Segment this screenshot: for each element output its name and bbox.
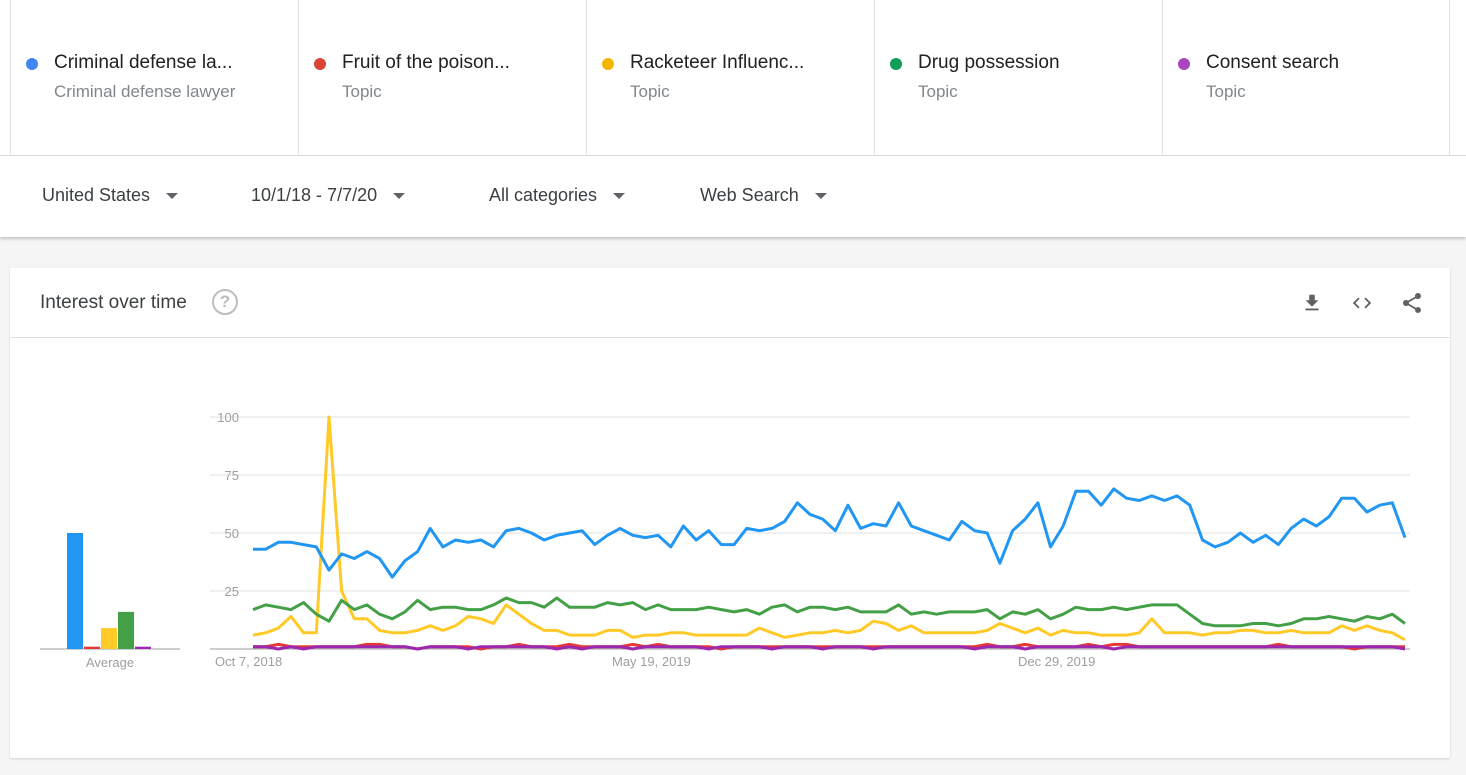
y-tick-label: 50 — [225, 526, 239, 541]
region-dropdown[interactable]: United States — [42, 185, 179, 206]
term-name: Drug possession — [918, 52, 1060, 73]
filter-bar: United States 10/1/18 - 7/7/20 All categ… — [0, 156, 1466, 237]
average-bar — [101, 628, 117, 649]
embed-icon[interactable] — [1347, 288, 1377, 318]
term-type: Topic — [342, 82, 382, 101]
card-header: Interest over time ? — [10, 268, 1450, 338]
category-label: All categories — [489, 185, 598, 205]
help-icon[interactable]: ? — [212, 289, 238, 315]
term-card-racketeer[interactable]: Racketeer Influenc... Topic — [586, 0, 874, 156]
y-tick-label: 25 — [225, 584, 239, 599]
chevron-down-icon — [166, 192, 179, 199]
category-dropdown[interactable]: All categories — [489, 185, 626, 206]
chevron-down-icon — [393, 192, 406, 199]
term-type: Criminal defense lawyer — [54, 82, 236, 101]
series-color-dot — [26, 58, 38, 70]
term-name: Consent search — [1206, 52, 1340, 73]
chevron-down-icon — [814, 192, 827, 199]
term-card-drug-possession[interactable]: Drug possession Topic — [874, 0, 1162, 156]
y-tick-label: 75 — [225, 468, 239, 483]
series-line — [252, 596, 1406, 628]
region-label: United States — [42, 185, 151, 205]
date-range-label: 10/1/18 - 7/7/20 — [251, 185, 378, 205]
series-color-dot — [1178, 58, 1190, 70]
term-type: Topic — [918, 82, 958, 101]
share-icon[interactable] — [1397, 288, 1427, 318]
term-name: Racketeer Influenc... — [630, 52, 805, 73]
y-tick-label: 100 — [217, 410, 239, 425]
average-bar — [84, 646, 100, 649]
date-range-dropdown[interactable]: 10/1/18 - 7/7/20 — [251, 185, 406, 206]
average-bar — [67, 533, 83, 649]
term-type: Topic — [630, 82, 670, 101]
card-title: Interest over time — [40, 292, 187, 313]
series-color-dot — [314, 58, 326, 70]
term-card-fruit-of-the-poisonous-tree[interactable]: Fruit of the poison... Topic — [298, 0, 586, 156]
search-type-dropdown[interactable]: Web Search — [700, 185, 827, 206]
x-tick-label: Oct 7, 2018 — [215, 654, 282, 669]
download-icon[interactable] — [1297, 288, 1327, 318]
x-tick-label: May 19, 2019 — [612, 654, 691, 669]
x-tick-label: Dec 29, 2019 — [1018, 654, 1095, 669]
average-bar — [135, 646, 151, 649]
comparison-terms-bar: Criminal defense la... Criminal defense … — [0, 0, 1466, 156]
term-name: Criminal defense la... — [54, 52, 233, 73]
series-color-dot — [890, 58, 902, 70]
term-type: Topic — [1206, 82, 1246, 101]
search-type-label: Web Search — [700, 185, 799, 205]
term-name: Fruit of the poison... — [342, 52, 510, 73]
term-card-criminal-defense-lawyer[interactable]: Criminal defense la... Criminal defense … — [10, 0, 298, 156]
series-color-dot — [602, 58, 614, 70]
term-card-consent-search[interactable]: Consent search Topic — [1162, 0, 1450, 156]
interest-line-chart[interactable]: 100 75 50 25 Oct 7, 2018 May 19, 2019 De… — [10, 338, 1450, 758]
interest-over-time-card: Interest over time ? 100 75 50 25 Oct 7,… — [10, 268, 1450, 758]
chevron-down-icon — [613, 192, 626, 199]
average-label: Average — [86, 655, 134, 670]
average-bar — [118, 611, 134, 649]
